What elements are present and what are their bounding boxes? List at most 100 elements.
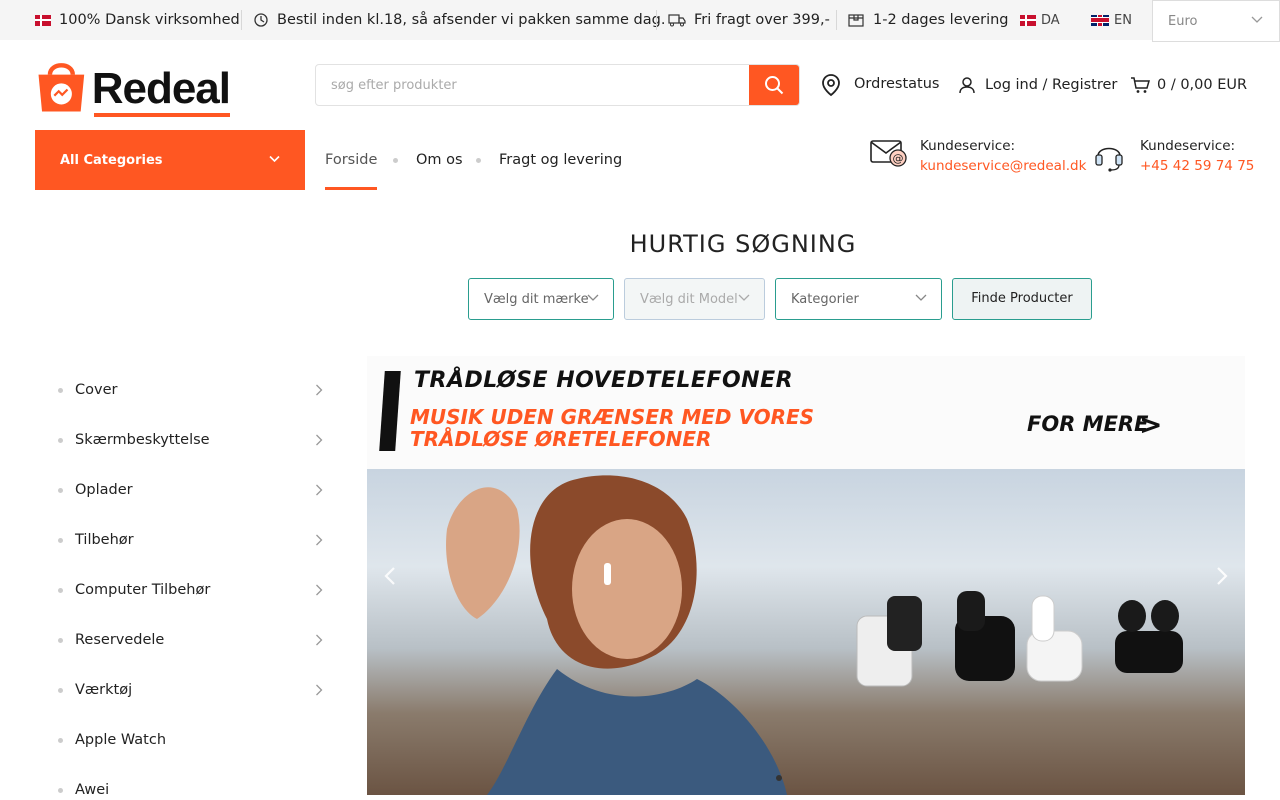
nav-fragt-og-levering[interactable]: Fragt og levering xyxy=(499,130,622,190)
banner-headline-area: TRÅDLØSE HOVEDTELEFONER MUSIK UDEN GRÆNS… xyxy=(367,356,1245,469)
order-status-label: Ordrestatus xyxy=(854,76,940,92)
logo[interactable]: Redeal xyxy=(35,55,231,117)
danish-flag-icon xyxy=(1020,14,1036,26)
chevron-right-icon xyxy=(316,534,323,546)
find-products-label: Finde Producter xyxy=(971,290,1073,306)
chevron-right-icon xyxy=(316,684,323,696)
carousel-prev-button[interactable] xyxy=(375,556,405,596)
customer-service-email: Kundeservice: kundeservice@redeal.dk xyxy=(920,138,1086,174)
nav-forside[interactable]: Forside xyxy=(325,130,378,190)
search-button[interactable] xyxy=(749,65,799,105)
shopping-bag-logo-icon xyxy=(38,63,85,112)
category-item-reservedele[interactable]: Reservedele xyxy=(58,625,323,655)
category-item-computer-tilbehor[interactable]: Computer Tilbehør xyxy=(58,575,323,605)
divider xyxy=(836,10,837,30)
banner-subline: MUSIK UDEN GRÆNSER MED VORES TRÅDLØSE ØR… xyxy=(410,405,815,451)
chevron-right-icon xyxy=(1217,567,1228,585)
cart-total: 0 / 0,00 EUR xyxy=(1157,77,1248,93)
category-item-oplader[interactable]: Oplader xyxy=(58,475,323,505)
currency-select[interactable]: Euro xyxy=(1152,0,1280,42)
chevron-down-icon xyxy=(915,294,927,301)
brand-select-value: Vælg dit mærke xyxy=(484,291,589,307)
nav-om-os[interactable]: Om os xyxy=(416,130,463,190)
category-label: Tilbehør xyxy=(75,532,134,548)
danish-flag-icon xyxy=(35,14,51,26)
bullet xyxy=(58,488,63,493)
danish-company-notice: 100% Dansk virksomhed xyxy=(35,0,240,40)
customer-service-email-label: Kundeservice: xyxy=(920,138,1016,154)
chevron-down-icon xyxy=(1251,16,1263,23)
woman-with-earbuds-image xyxy=(446,475,787,795)
language-en[interactable]: EN xyxy=(1091,0,1132,40)
currency-value: Euro xyxy=(1168,13,1198,29)
logo-text: Redeal xyxy=(92,67,231,117)
chevron-right-icon xyxy=(316,434,323,446)
search-bar xyxy=(315,64,800,106)
user-icon xyxy=(959,77,975,94)
brand-select[interactable]: Vælg dit mærke xyxy=(468,278,614,320)
customer-service-phone-label: Kundeservice: xyxy=(1140,138,1236,154)
hero-banner[interactable]: TRÅDLØSE HOVEDTELEFONER MUSIK UDEN GRÆNS… xyxy=(367,356,1245,795)
category-item-cover[interactable]: Cover xyxy=(58,375,323,405)
category-item-skaermbeskyttelse[interactable]: Skærmbeskyttelse xyxy=(58,425,323,455)
svg-text:@: @ xyxy=(893,152,904,165)
nav-fragt-label: Fragt og levering xyxy=(499,152,623,168)
danish-company-text: 100% Dansk virksomhed xyxy=(59,12,240,28)
chevron-left-icon xyxy=(384,567,395,585)
bullet xyxy=(58,688,63,693)
bullet xyxy=(58,638,63,643)
category-select[interactable]: Kategorier xyxy=(775,278,942,320)
carousel-next-button[interactable] xyxy=(1207,556,1237,596)
search-input[interactable] xyxy=(316,65,751,105)
login-link[interactable]: Log ind / Registrer xyxy=(958,72,1117,98)
customer-service-phone-link[interactable]: +45 42 59 74 75 xyxy=(1140,158,1254,174)
category-select-value: Kategorier xyxy=(791,291,859,307)
bullet xyxy=(58,588,63,593)
category-label: Værktøj xyxy=(75,682,133,698)
language-da[interactable]: DA xyxy=(1020,0,1060,40)
chevron-right-icon xyxy=(316,384,323,396)
category-label: Computer Tilbehør xyxy=(75,582,211,598)
divider xyxy=(241,10,242,30)
find-products-button[interactable]: Finde Producter xyxy=(952,278,1092,320)
bullet xyxy=(58,738,63,743)
chevron-down-icon xyxy=(587,294,599,301)
chevron-right-icon xyxy=(316,634,323,646)
category-item-vaerktoj[interactable]: Værktøj xyxy=(58,675,323,705)
order-before-text: Bestil inden kl.18, så afsender vi pakke… xyxy=(277,12,666,28)
quick-search-title: HURTIG SØGNING xyxy=(629,230,857,258)
category-item-tilbehor[interactable]: Tilbehør xyxy=(58,525,323,555)
all-categories-button[interactable]: All Categories xyxy=(35,130,305,190)
delivery-time-notice: 1-2 dages levering xyxy=(847,0,1009,40)
top-info-bar: 100% Dansk virksomhed Bestil inden kl.18… xyxy=(0,0,1280,40)
email-icon: @ xyxy=(870,138,910,174)
package-icon xyxy=(848,14,864,27)
language-da-label: DA xyxy=(1041,12,1060,28)
chevron-right-icon xyxy=(316,484,323,496)
nav-separator-dot xyxy=(393,158,398,163)
free-shipping-notice: Fri fragt over 399,- xyxy=(668,0,830,40)
banner-cta[interactable]: FOR MERE xyxy=(1027,412,1148,436)
category-label: Awei xyxy=(75,782,110,798)
all-categories-label: All Categories xyxy=(60,152,163,168)
banner-decor-bar xyxy=(379,371,401,451)
carousel-dot[interactable] xyxy=(776,775,782,781)
banner-headline: TRÅDLØSE HOVEDTELEFONER xyxy=(414,368,794,393)
uk-flag-icon xyxy=(1091,14,1109,26)
category-label: Apple Watch xyxy=(75,732,167,748)
customer-service-email-link[interactable]: kundeservice@redeal.dk xyxy=(920,158,1086,174)
bullet xyxy=(58,788,63,793)
order-status-link[interactable]: Ordrestatus xyxy=(820,72,939,98)
customer-service-phone: Kundeservice: +45 42 59 74 75 xyxy=(1140,138,1254,174)
bullet xyxy=(58,538,63,543)
category-item-awei[interactable]: Awei xyxy=(58,775,323,800)
banner-cta-arrow: > xyxy=(1139,408,1163,441)
bullet xyxy=(58,388,63,393)
category-item-apple-watch[interactable]: Apple Watch xyxy=(58,725,323,755)
cart-link[interactable]: 0 / 0,00 EUR xyxy=(1130,72,1247,98)
nav-om-os-label: Om os xyxy=(416,152,463,168)
free-shipping-text: Fri fragt over 399,- xyxy=(694,12,830,28)
model-select[interactable]: Vælg dit Model xyxy=(624,278,765,320)
category-label: Cover xyxy=(75,382,118,398)
nav-forside-label: Forside xyxy=(325,152,378,168)
